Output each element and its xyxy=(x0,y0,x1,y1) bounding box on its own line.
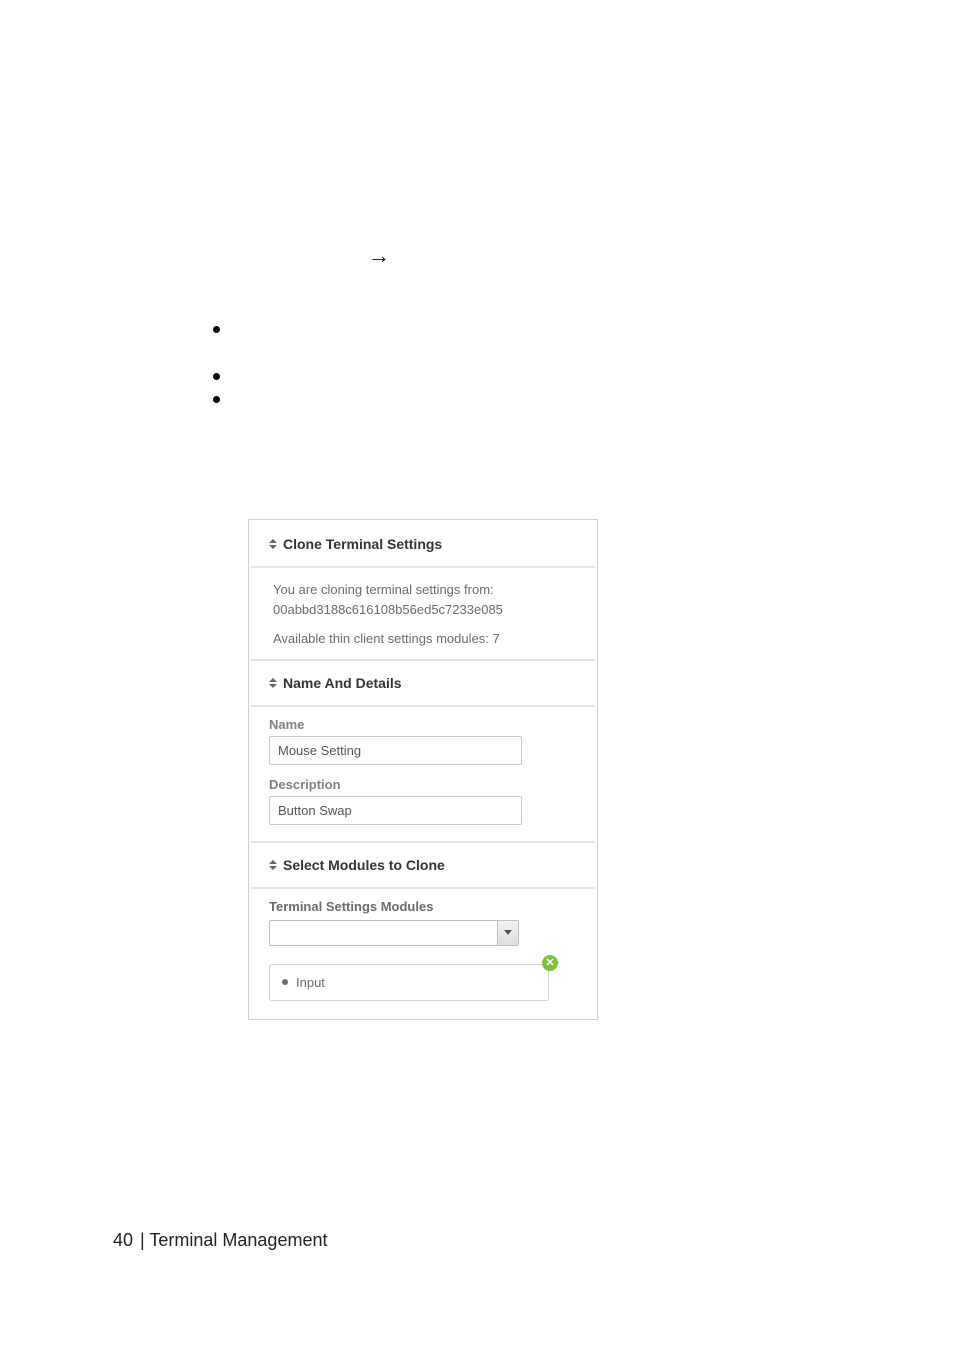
sort-caret-icon xyxy=(269,539,277,549)
bullet-icon xyxy=(282,979,288,985)
panel-header: Clone Terminal Settings xyxy=(251,522,595,568)
bullet-icon xyxy=(213,326,220,333)
section-name-details-body: Name Description xyxy=(251,707,595,841)
name-label: Name xyxy=(269,717,577,732)
footer-section: Terminal Management xyxy=(149,1230,327,1250)
section-name-details-header: Name And Details xyxy=(251,659,595,707)
description-input[interactable] xyxy=(269,796,522,825)
sort-caret-icon xyxy=(269,678,277,688)
clone-info-line1: You are cloning terminal settings from: xyxy=(273,580,577,600)
name-input[interactable] xyxy=(269,736,522,765)
panel-title: Clone Terminal Settings xyxy=(283,536,442,552)
remove-module-button[interactable]: ✕ xyxy=(542,955,558,971)
section-modules-body: Terminal Settings Modules Input ✕ xyxy=(251,889,595,1017)
page-number: 40 xyxy=(113,1230,133,1250)
clone-info: You are cloning terminal settings from: … xyxy=(251,568,595,659)
module-item-label: Input xyxy=(296,975,325,990)
section-modules-header: Select Modules to Clone xyxy=(251,841,595,889)
module-item-card: Input ✕ xyxy=(269,964,549,1001)
sort-caret-icon xyxy=(269,860,277,870)
section-name-details-toggle[interactable]: Name And Details xyxy=(269,675,577,691)
page-footer: 40 | Terminal Management xyxy=(113,1230,327,1251)
clone-info-guid: 00abbd3188c616108b56ed5c7233e085 xyxy=(273,600,577,620)
clone-info-available: Available thin client settings modules: … xyxy=(273,629,577,649)
section-name-details-title: Name And Details xyxy=(283,675,402,691)
clone-settings-panel: Clone Terminal Settings You are cloning … xyxy=(248,519,598,1020)
section-modules-title: Select Modules to Clone xyxy=(283,857,445,873)
modules-label: Terminal Settings Modules xyxy=(269,899,577,914)
bullet-icon xyxy=(213,396,220,403)
chevron-down-icon xyxy=(497,921,518,945)
bullet-icon xyxy=(213,373,220,380)
section-modules-toggle[interactable]: Select Modules to Clone xyxy=(269,857,577,873)
panel-title-row[interactable]: Clone Terminal Settings xyxy=(269,536,577,552)
description-label: Description xyxy=(269,777,577,792)
arrow-icon: → xyxy=(368,243,390,269)
footer-separator: | xyxy=(135,1230,149,1250)
modules-select[interactable] xyxy=(269,920,519,946)
